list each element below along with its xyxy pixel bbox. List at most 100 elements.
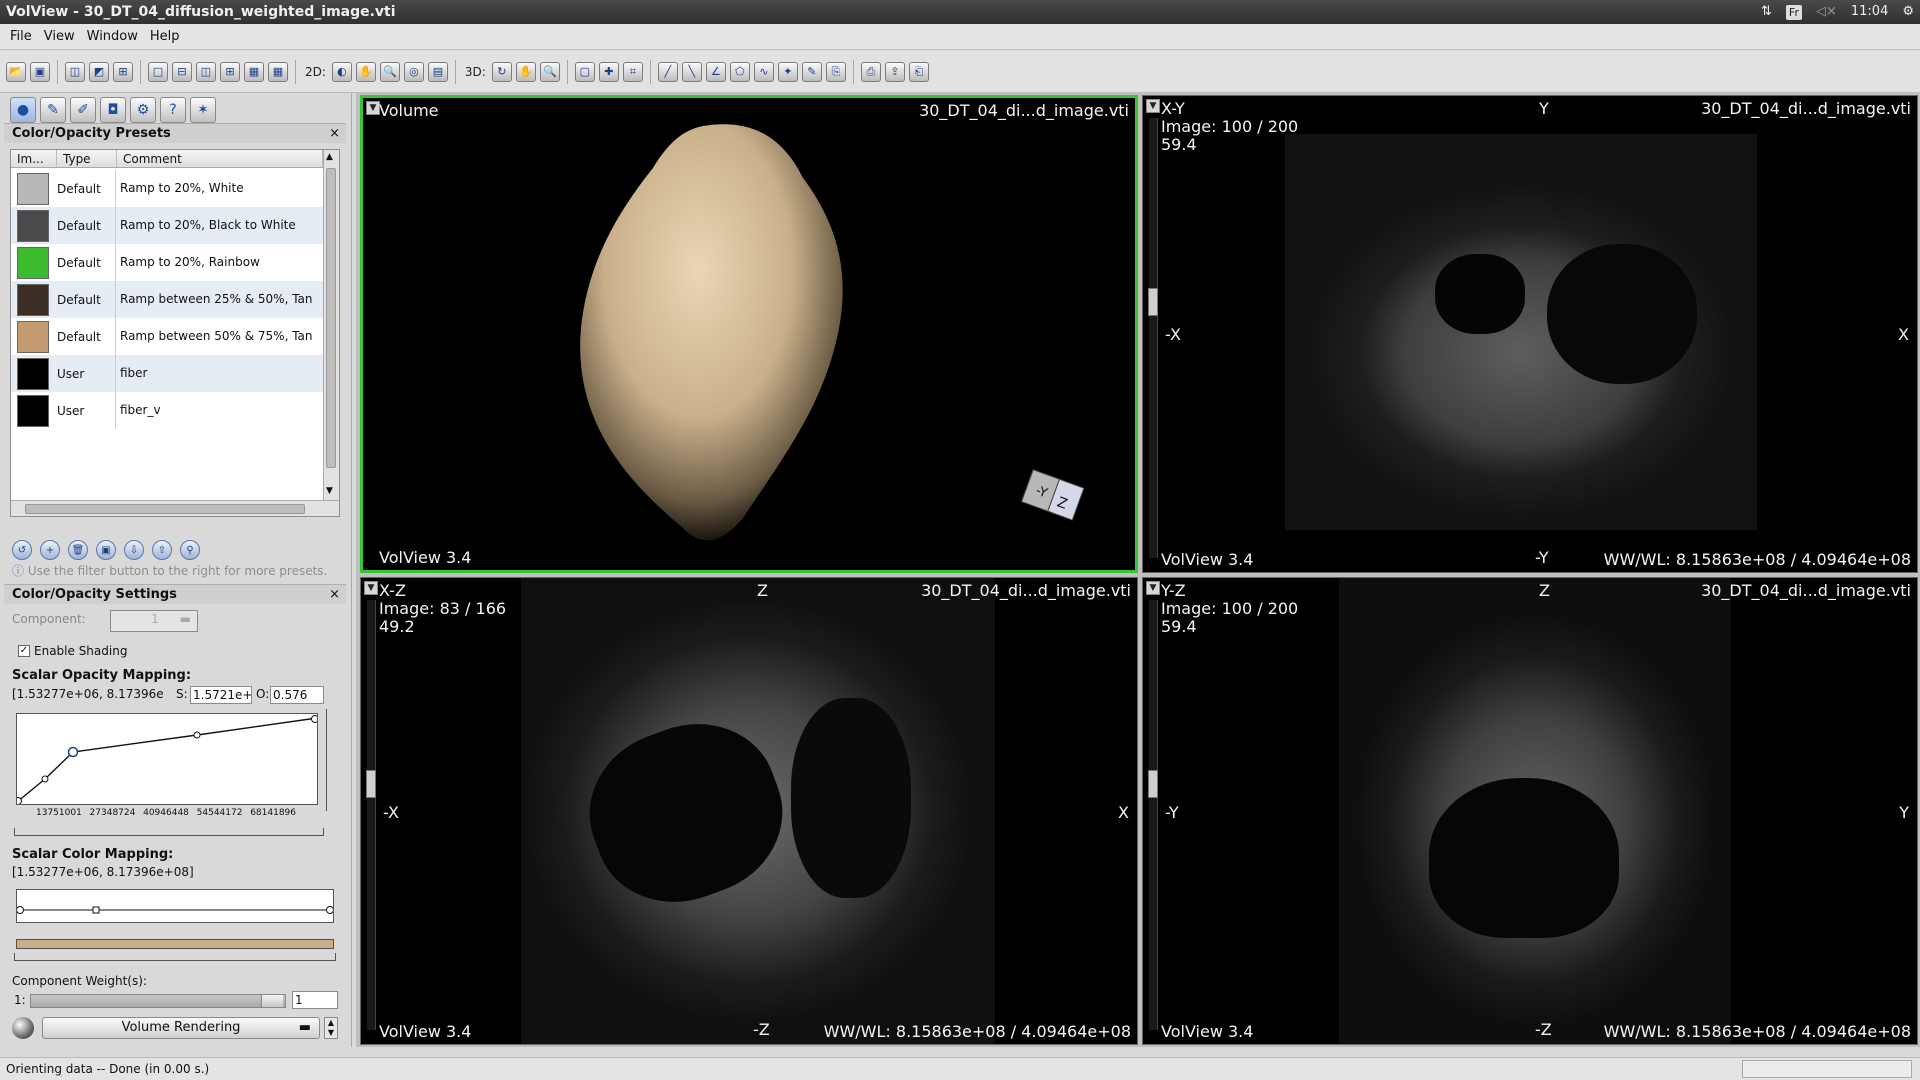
camera-module-icon[interactable]: ◘ bbox=[100, 97, 126, 123]
view-menu-arrow-icon[interactable]: ▼ bbox=[364, 581, 378, 595]
line-measure-icon[interactable]: ╲ bbox=[681, 61, 702, 82]
annotation-module-icon[interactable]: ✐ bbox=[70, 97, 96, 123]
render-mode-spinner[interactable]: ▲ ▼ bbox=[324, 1017, 338, 1039]
preset-row[interactable]: User fiber_v bbox=[11, 392, 323, 429]
slider-handle[interactable] bbox=[1148, 288, 1158, 316]
info-module-icon[interactable]: ● bbox=[10, 97, 36, 123]
scroll-down-arrow-icon[interactable]: ▼ bbox=[326, 486, 336, 498]
opacity-node-selected[interactable] bbox=[67, 746, 79, 758]
volume-view[interactable]: ▼ Volume 30_DT_04_di...d_image.vti -Y Z … bbox=[360, 95, 1138, 573]
column-header-comment[interactable]: Comment bbox=[117, 150, 323, 167]
crop-icon[interactable]: ⌗ bbox=[622, 61, 643, 82]
export-preset-icon[interactable]: ⇧ bbox=[152, 540, 172, 560]
component-weight-input[interactable]: 1 bbox=[292, 991, 338, 1009]
column-header-image[interactable]: Im... bbox=[11, 150, 57, 167]
distance-measure-icon[interactable]: ╱ bbox=[657, 61, 678, 82]
color-transfer-function-editor[interactable] bbox=[16, 889, 334, 923]
slice-slider[interactable] bbox=[366, 600, 376, 1030]
layout-grid-icon[interactable]: ⊞ bbox=[113, 61, 133, 82]
keyboard-layout-indicator[interactable]: Fr bbox=[1785, 4, 1802, 20]
opacity-node[interactable] bbox=[14, 797, 22, 805]
opacity-node[interactable] bbox=[193, 731, 201, 739]
color-node[interactable] bbox=[16, 906, 24, 914]
layout-2x2-icon[interactable]: ⊞ bbox=[220, 61, 240, 82]
volume-muted-icon[interactable]: ◁× bbox=[1816, 0, 1837, 24]
render-mode-select[interactable]: Volume Rendering ▬ bbox=[42, 1017, 320, 1039]
apply-preset-icon[interactable]: ↺ bbox=[12, 540, 32, 560]
angle-measure-icon[interactable]: ∠ bbox=[705, 61, 726, 82]
view-menu-arrow-icon[interactable]: ▼ bbox=[1146, 99, 1160, 113]
opacity-range-slider[interactable] bbox=[14, 828, 324, 836]
probe-icon[interactable]: ◎ bbox=[403, 61, 424, 82]
preset-row[interactable]: Default Ramp between 50% & 75%, Tan bbox=[11, 318, 323, 355]
sharpness-input[interactable]: 1.5721e+ bbox=[190, 686, 252, 704]
menu-window[interactable]: Window bbox=[81, 29, 144, 44]
open-file-icon[interactable]: 📂 bbox=[6, 61, 26, 82]
crop-box-icon[interactable]: ▢ bbox=[574, 61, 595, 82]
component-weight-slider[interactable] bbox=[30, 994, 286, 1008]
preset-row[interactable]: Default Ramp to 20%, White bbox=[11, 170, 323, 207]
scroll-thumb[interactable] bbox=[326, 168, 336, 468]
slider-handle[interactable] bbox=[366, 770, 376, 798]
presets-section-header[interactable]: Color/Opacity Presets × bbox=[4, 123, 346, 143]
presets-table[interactable]: Im... Type Comment Default Ramp to 20%, W… bbox=[10, 149, 340, 517]
layout-stack-icon[interactable]: ◩ bbox=[89, 61, 109, 82]
export-icon[interactable]: ⇪ bbox=[884, 61, 905, 82]
enable-shading-checkbox[interactable]: ✓ bbox=[18, 645, 30, 657]
layout-3x3-icon[interactable]: ▦ bbox=[268, 61, 288, 82]
help-module-icon[interactable]: ? bbox=[160, 97, 186, 123]
preset-row[interactable]: Default Ramp between 25% & 50%, Tan bbox=[11, 281, 323, 318]
slice-slider[interactable] bbox=[1148, 600, 1158, 1030]
slider-handle[interactable] bbox=[1148, 770, 1158, 798]
polygon-contour-icon[interactable]: ⬠ bbox=[729, 61, 750, 82]
opacity-node[interactable] bbox=[41, 775, 49, 783]
opacity-node[interactable] bbox=[311, 715, 319, 723]
wizard-module-icon[interactable]: ✶ bbox=[190, 97, 216, 123]
close-icon[interactable]: × bbox=[329, 124, 340, 144]
slice-slider[interactable] bbox=[1148, 118, 1158, 558]
presets-horizontal-scrollbar[interactable] bbox=[11, 500, 339, 516]
presets-vertical-scrollbar[interactable]: ▲ ▼ bbox=[323, 150, 339, 500]
delete-preset-icon[interactable]: 🗑 bbox=[68, 540, 88, 560]
color-midpoint[interactable] bbox=[92, 906, 100, 914]
layout-2x1-icon[interactable]: ⊟ bbox=[172, 61, 192, 82]
color-range-slider[interactable] bbox=[14, 953, 336, 961]
color-opacity-module-icon[interactable]: ✎ bbox=[40, 97, 66, 123]
filter-presets-icon[interactable]: ⚲ bbox=[180, 540, 200, 560]
pan-3d-hand-icon[interactable]: ✋ bbox=[515, 61, 536, 82]
yz-slice-view[interactable]: ▼ Y-Z Image: 100 / 200 59.4 30_DT_04_di.… bbox=[1142, 577, 1918, 1045]
component-select[interactable]: 1 ▬ bbox=[110, 610, 198, 632]
xz-slice-view[interactable]: ▼ X-Z Image: 83 / 166 49.2 30_DT_04_di..… bbox=[360, 577, 1138, 1045]
settings-section-header[interactable]: Color/Opacity Settings × bbox=[4, 584, 346, 604]
spline-contour-icon[interactable]: ∿ bbox=[753, 61, 774, 82]
zoom-3d-icon[interactable]: 🔍 bbox=[539, 61, 560, 82]
slider-handle[interactable] bbox=[261, 995, 283, 1007]
menu-help[interactable]: Help bbox=[144, 29, 186, 44]
xy-slice-view[interactable]: ▼ X-Y Image: 100 / 200 59.4 30_DT_04_di.… bbox=[1142, 95, 1918, 573]
print-icon[interactable]: ⎗ bbox=[908, 61, 929, 82]
reset-view-icon[interactable]: ▤ bbox=[427, 61, 448, 82]
column-header-type[interactable]: Type bbox=[57, 150, 117, 167]
layout-3x2-icon[interactable]: ▦ bbox=[244, 61, 264, 82]
close-icon[interactable]: × bbox=[329, 585, 340, 605]
view-menu-arrow-icon[interactable]: ▼ bbox=[1146, 581, 1160, 595]
window-level-icon[interactable]: ◐ bbox=[331, 61, 352, 82]
layout-1x1-icon[interactable]: □ bbox=[148, 61, 168, 82]
preset-row[interactable]: User fiber bbox=[11, 355, 323, 392]
layout-1x2-icon[interactable]: ◫ bbox=[196, 61, 216, 82]
network-icon[interactable]: ⇅ bbox=[1761, 0, 1772, 24]
scroll-up-arrow-icon[interactable]: ▲ bbox=[326, 152, 336, 164]
zoom-icon[interactable]: 🔍 bbox=[379, 61, 400, 82]
preset-row[interactable]: Default Ramp to 20%, Rainbow bbox=[11, 244, 323, 281]
color-node[interactable] bbox=[326, 906, 334, 914]
add-preset-icon[interactable]: + bbox=[40, 540, 60, 560]
stamp-icon[interactable]: ⎘ bbox=[825, 61, 846, 82]
menu-file[interactable]: File bbox=[4, 29, 38, 44]
scroll-thumb[interactable] bbox=[25, 504, 305, 514]
import-preset-icon[interactable]: ⇩ bbox=[124, 540, 144, 560]
save-file-icon[interactable]: ▣ bbox=[30, 61, 50, 82]
pan-hand-icon[interactable]: ✋ bbox=[355, 61, 376, 82]
clock[interactable]: 11:04 bbox=[1851, 0, 1888, 24]
opacity-input[interactable]: 0.576 bbox=[270, 686, 324, 704]
menu-view[interactable]: View bbox=[38, 29, 81, 44]
